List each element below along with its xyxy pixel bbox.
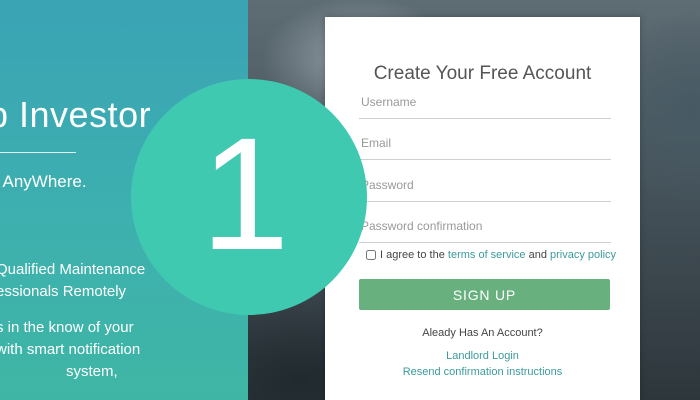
resend-confirmation-row: Resend confirmation instructions (325, 366, 640, 378)
promo-divider (0, 152, 76, 153)
signup-card: Create Your Free Account I agree to the … (325, 17, 640, 400)
step-number: 1 (200, 104, 290, 283)
promo-feature-line: s in the know of your (0, 319, 134, 336)
promo-feature-line: system, (66, 363, 118, 380)
terms-checkbox[interactable] (366, 250, 376, 260)
terms-and-text: and (528, 249, 547, 261)
username-input[interactable] (359, 90, 611, 119)
promo-feature-line: Qualified Maintenance (0, 261, 146, 278)
signup-title: Create Your Free Account (373, 63, 592, 84)
step-number-badge: 1 (131, 79, 367, 315)
promo-feature-line: with smart notification (0, 341, 141, 358)
landlord-login-link[interactable]: Landlord Login (446, 350, 519, 362)
password-input[interactable] (359, 173, 611, 202)
sign-up-button[interactable]: SIGN UP (359, 279, 610, 310)
resend-confirmation-link[interactable]: Resend confirmation instructions (403, 366, 563, 378)
promo-title: p Investor (0, 94, 152, 135)
password-confirmation-input[interactable] (359, 214, 611, 243)
terms-agreement: I agree to the terms of service and priv… (366, 249, 616, 261)
landlord-login-row: Landlord Login (325, 350, 640, 362)
terms-prefix-text: I agree to the (380, 249, 445, 261)
promo-feature-line: essionals Remotely (0, 283, 127, 300)
signup-page: p Investor . AnyWhere. Qualified Mainten… (0, 0, 700, 400)
terms-of-service-link[interactable]: terms of service (448, 249, 526, 261)
privacy-policy-link[interactable]: privacy policy (550, 249, 616, 261)
email-input[interactable] (359, 131, 611, 160)
existing-account-text: Aleady Has An Account? (422, 327, 543, 339)
promo-feature-maintenance: Qualified Maintenance essionals Remotely (0, 259, 145, 303)
promo-tagline: . AnyWhere. (0, 172, 87, 191)
promo-feature-notifications: s in the know of your with smart notific… (0, 317, 140, 383)
